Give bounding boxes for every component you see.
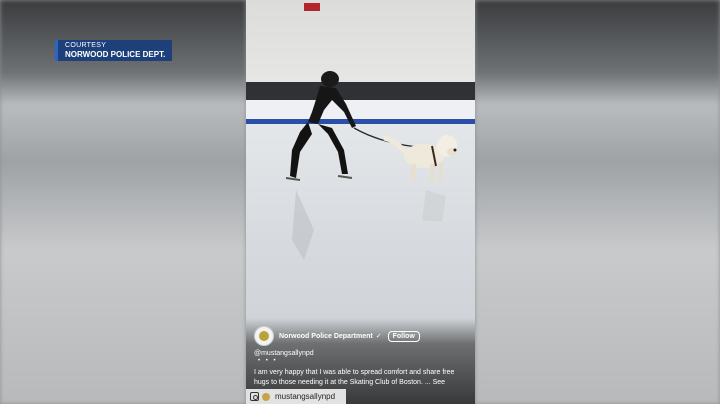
separator-dots: • • • bbox=[258, 358, 278, 364]
post-handle[interactable]: @mustangsallynpd bbox=[254, 350, 314, 357]
video-frame[interactable]: Norwood Police Department ✓ Follow @must… bbox=[246, 0, 475, 404]
follow-button[interactable]: Follow bbox=[387, 330, 420, 342]
dog-figure bbox=[383, 135, 457, 182]
post-caption-overlay: Norwood Police Department ✓ Follow @must… bbox=[246, 318, 475, 404]
instagram-icon bbox=[250, 392, 259, 401]
blurred-background-right bbox=[475, 0, 720, 404]
post-text: I am very happy that I was able to sprea… bbox=[254, 369, 455, 386]
courtesy-badge: COURTESY NORWOOD POLICE DEPT. bbox=[55, 40, 172, 61]
account-row: Norwood Police Department ✓ Follow bbox=[254, 326, 420, 346]
skater-figure bbox=[285, 71, 356, 181]
profile-avatar-icon bbox=[262, 392, 270, 401]
account-avatar[interactable] bbox=[254, 326, 274, 346]
courtesy-source: NORWOOD POLICE DEPT. bbox=[65, 50, 166, 59]
instagram-handle: mustangsallynpd bbox=[275, 392, 336, 401]
instagram-handle-bar[interactable]: mustangsallynpd bbox=[246, 389, 346, 404]
courtesy-label: COURTESY bbox=[65, 42, 107, 49]
police-badge-icon bbox=[259, 331, 269, 341]
account-name[interactable]: Norwood Police Department bbox=[279, 333, 373, 340]
verified-check-icon: ✓ bbox=[375, 333, 382, 340]
